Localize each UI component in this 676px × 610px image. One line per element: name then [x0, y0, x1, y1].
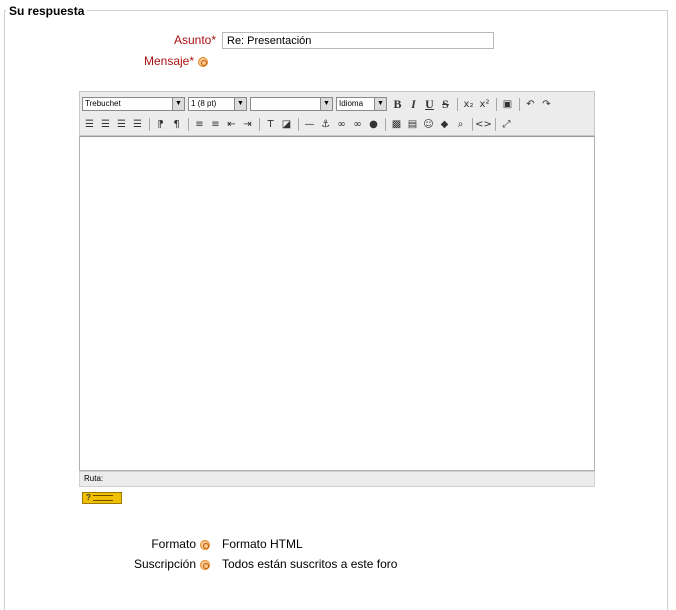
align-left-icon[interactable]: ☰ [82, 117, 97, 132]
redo-icon[interactable]: ↷ [539, 97, 554, 112]
bold-button[interactable]: B [390, 97, 405, 112]
rtl-icon[interactable]: ¶ [169, 117, 184, 132]
indent-icon[interactable]: ⇥ [240, 117, 255, 132]
size-select-value: 1 (8 pt) [191, 99, 217, 108]
text-color-icon[interactable]: T [263, 117, 278, 132]
message-textarea[interactable] [79, 136, 595, 471]
message-label-wrap: Mensaje* [120, 54, 208, 68]
subscription-value: Todos están suscritos a este foro [222, 557, 398, 571]
help-question-mark: ? [86, 493, 91, 502]
nolink-icon[interactable]: ● [366, 117, 381, 132]
toolbar-separator [496, 97, 497, 111]
format-label: Formato [151, 537, 196, 551]
ltr-icon[interactable]: ⁋ [153, 117, 168, 132]
toolbar-separator [472, 117, 473, 131]
html-editor: Trebuchet ▼ 1 (8 pt) ▼ ▼ Idioma ▼ B I U … [79, 91, 595, 490]
toolbar-row-1: Trebuchet ▼ 1 (8 pt) ▼ ▼ Idioma ▼ B I U … [82, 95, 555, 113]
toolbar-row-2: ☰ ☰ ☰ ☰ ⁋ ¶ ≡ ≡ ⇤ ⇥ T ◪ — ⚓ ∞ ∞ ● ▩ ▤ ☺ … [82, 115, 515, 133]
path-label: Ruta: [84, 474, 104, 483]
subject-input[interactable] [222, 32, 494, 49]
format-label-wrap: Formato [110, 537, 210, 551]
subject-label-wrap: Asunto* [150, 33, 216, 47]
align-right-icon[interactable]: ☰ [114, 117, 129, 132]
chevron-down-icon: ▼ [374, 98, 386, 110]
format-help-icon[interactable] [200, 539, 210, 550]
anchor-icon[interactable]: ⚓ [318, 117, 333, 132]
unordered-list-icon[interactable]: ≡ [208, 117, 223, 132]
subject-required-mark: * [211, 33, 216, 47]
language-select-value: Idioma [339, 99, 364, 108]
editor-help-button[interactable]: ? [82, 492, 122, 504]
italic-button[interactable]: I [406, 97, 421, 112]
subscript-button[interactable]: x₂ [461, 97, 476, 112]
smiley-icon[interactable]: ☺ [421, 117, 436, 132]
subject-label: Asunto [173, 33, 212, 47]
toolbar-separator [385, 117, 386, 131]
align-center-icon[interactable]: ☰ [98, 117, 113, 132]
message-label: Mensaje [143, 54, 190, 68]
chevron-down-icon: ▼ [234, 98, 246, 110]
superscript-button[interactable]: x² [477, 97, 492, 112]
toolbar-separator [519, 97, 520, 111]
toolbar-separator [298, 117, 299, 131]
style-select[interactable]: ▼ [250, 97, 333, 111]
message-required-mark: * [189, 54, 194, 68]
message-help-icon[interactable] [198, 56, 208, 67]
special-chars-icon[interactable]: ◆ [437, 117, 452, 132]
link-icon[interactable]: ∞ [334, 117, 349, 132]
subscription-help-icon[interactable] [200, 559, 210, 570]
underline-button[interactable]: U [422, 97, 437, 112]
toolbar-separator [149, 117, 150, 131]
search-replace-icon[interactable]: ⌕ [453, 117, 468, 132]
fullscreen-icon[interactable]: ⤢ [499, 117, 514, 132]
subscription-label: Suscripción [133, 557, 196, 571]
font-select[interactable]: Trebuchet ▼ [82, 97, 185, 111]
language-select[interactable]: Idioma ▼ [336, 97, 387, 111]
toolbar-separator [495, 117, 496, 131]
toolbar-separator [259, 117, 260, 131]
undo-icon[interactable]: ↶ [523, 97, 538, 112]
size-select[interactable]: 1 (8 pt) ▼ [188, 97, 247, 111]
format-value: Formato HTML [222, 537, 303, 551]
chevron-down-icon: ▼ [172, 98, 184, 110]
toolbar-separator [188, 117, 189, 131]
outdent-icon[interactable]: ⇤ [224, 117, 239, 132]
toolbar-separator [457, 97, 458, 111]
help-lines-icon [92, 494, 113, 501]
strikethrough-button[interactable]: S [438, 97, 453, 112]
subscription-label-wrap: Suscripción [90, 557, 210, 571]
unlink-icon[interactable]: ∞ [350, 117, 365, 132]
ordered-list-icon[interactable]: ≡ [192, 117, 207, 132]
insert-table-icon[interactable]: ▤ [405, 117, 420, 132]
align-justify-icon[interactable]: ☰ [130, 117, 145, 132]
editor-toolbar: Trebuchet ▼ 1 (8 pt) ▼ ▼ Idioma ▼ B I U … [79, 91, 595, 136]
horizontal-rule-icon[interactable]: — [302, 117, 317, 132]
html-source-icon[interactable]: <> [475, 117, 492, 132]
editor-path-bar: Ruta: [79, 471, 595, 487]
insert-image-icon[interactable]: ▩ [389, 117, 404, 132]
clean-word-icon[interactable]: ▣ [500, 97, 515, 112]
chevron-down-icon: ▼ [320, 98, 332, 110]
section-legend: Su respuesta [6, 4, 88, 18]
background-color-icon[interactable]: ◪ [279, 117, 294, 132]
font-select-value: Trebuchet [85, 99, 121, 108]
